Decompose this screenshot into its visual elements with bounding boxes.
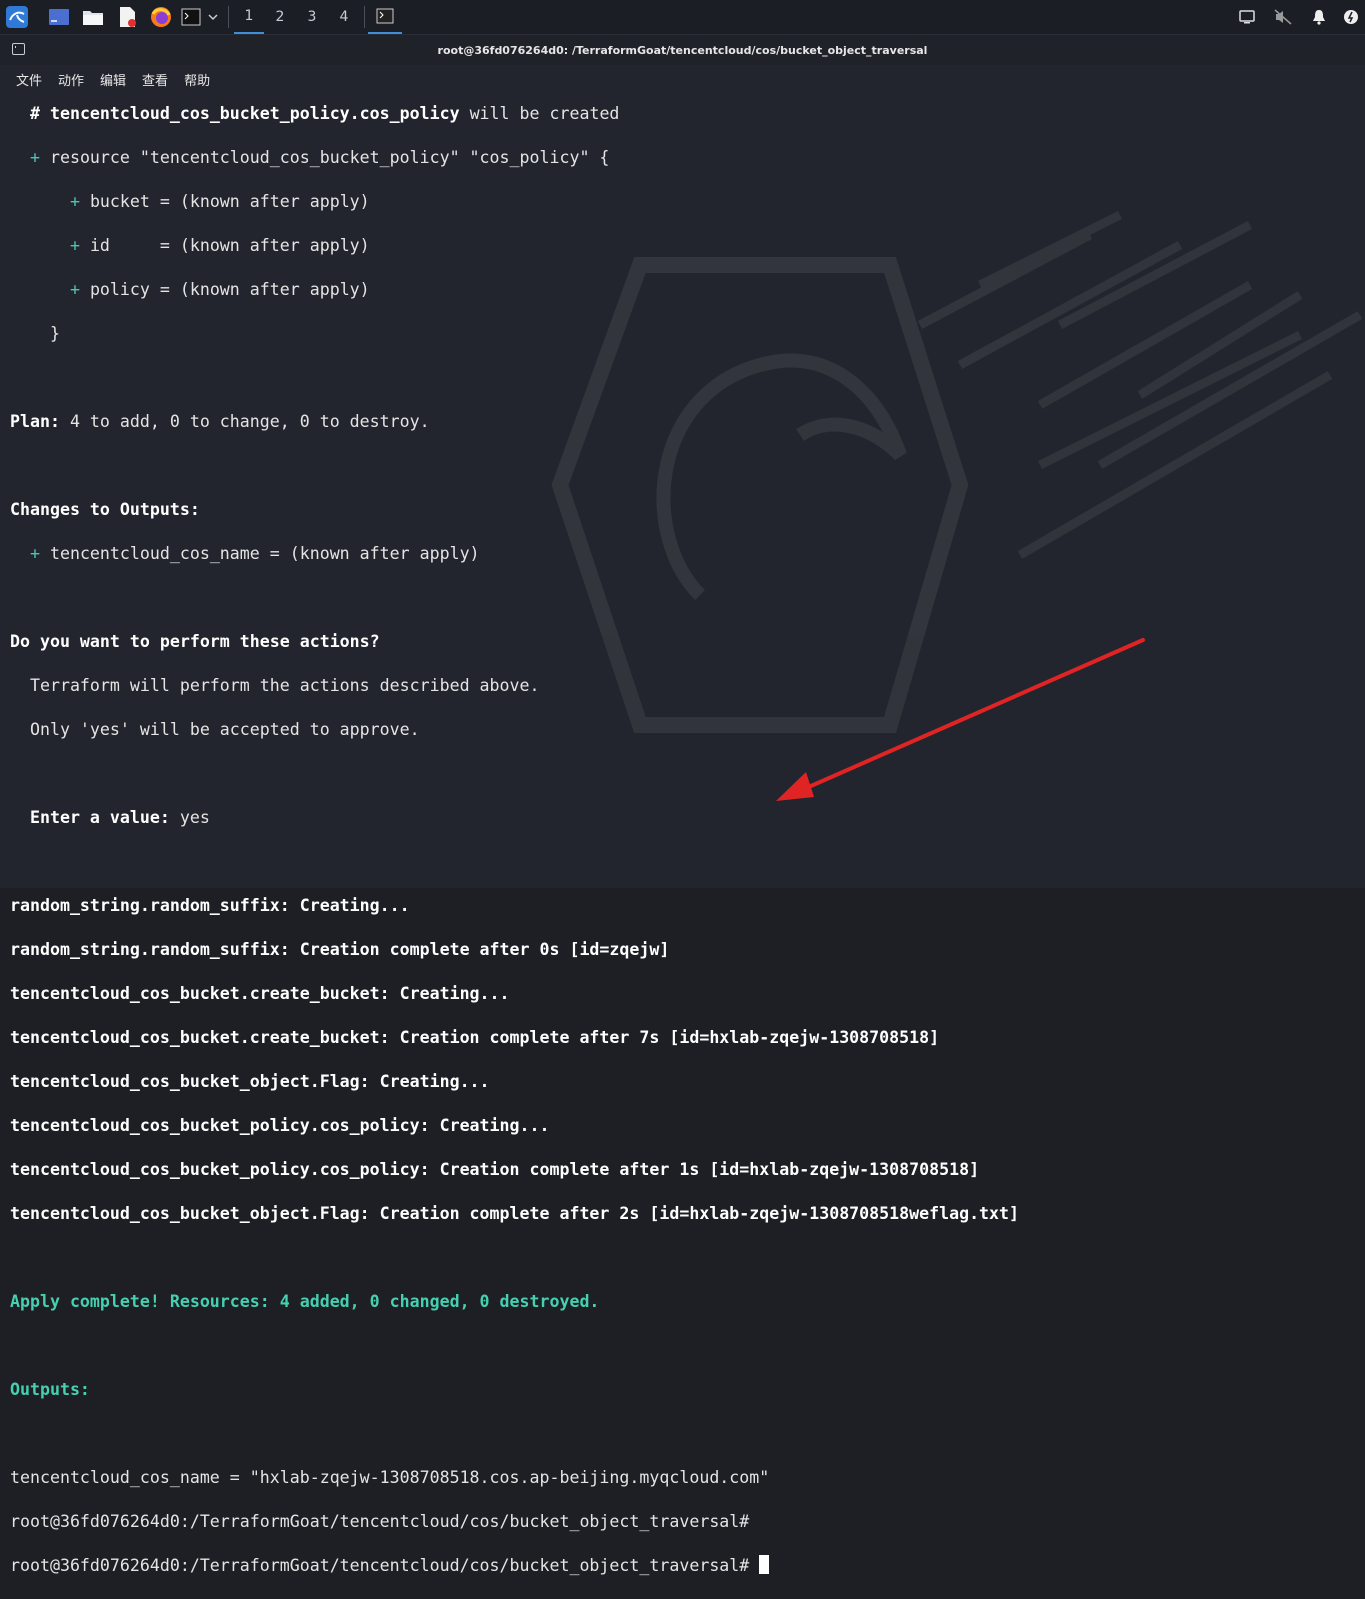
line-text: will be created bbox=[459, 104, 620, 123]
volume-muted-icon[interactable] bbox=[1272, 4, 1294, 30]
plus-marker: + bbox=[10, 236, 90, 255]
line-text: tencentcloud_cos_name = (known after app… bbox=[49, 544, 480, 563]
notifications-bell-icon[interactable] bbox=[1308, 4, 1330, 30]
terminal-line: } bbox=[10, 324, 60, 343]
entered-value: yes bbox=[169, 808, 210, 827]
workspace-2[interactable]: 2 bbox=[265, 0, 295, 34]
terminal-line: tencentcloud_cos_bucket.create_bucket: C… bbox=[10, 1028, 940, 1047]
plan-label: Plan: bbox=[10, 412, 60, 431]
terminal-launcher-icon[interactable] bbox=[180, 4, 202, 30]
text-editor-icon[interactable] bbox=[114, 4, 140, 30]
plus-marker: + bbox=[10, 192, 90, 211]
apply-complete-message: Apply complete! Resources: 4 added, 0 ch… bbox=[10, 1292, 600, 1311]
terminal-line: # tencentcloud_cos_bucket_policy.cos_pol… bbox=[10, 103, 1365, 125]
comment-hash: # bbox=[10, 104, 50, 123]
outputs-changes-heading: Changes to Outputs: bbox=[10, 500, 200, 519]
shell-prompt: root@36fd076264d0:/TerraformGoat/tencent… bbox=[10, 1512, 750, 1531]
terminal-line: Plan: 4 to add, 0 to change, 0 to destro… bbox=[10, 411, 1365, 433]
terminal-line: tencentcloud_cos_bucket_object.Flag: Cre… bbox=[10, 1204, 1020, 1223]
enter-value-label: Enter a value: bbox=[10, 808, 170, 827]
output-value-line: tencentcloud_cos_name = "hxlab-zqejw-130… bbox=[10, 1468, 770, 1487]
terminal-line: + policy = (known after apply) bbox=[10, 279, 1365, 301]
display-icon[interactable] bbox=[1236, 4, 1258, 30]
terminal-line: + bucket = (known after apply) bbox=[10, 191, 1365, 213]
confirm-question: Do you want to perform these actions? bbox=[10, 632, 380, 651]
plan-summary: 4 to add, 0 to change, 0 to destroy. bbox=[59, 412, 430, 431]
terminal-line: tencentcloud_cos_bucket_object.Flag: Cre… bbox=[10, 1072, 490, 1091]
outputs-heading: Outputs: bbox=[10, 1380, 90, 1399]
terminal-line: Enter a value: yes bbox=[10, 807, 1365, 829]
kali-menu-icon[interactable] bbox=[4, 4, 30, 30]
terminal-line: Terraform will perform the actions descr… bbox=[10, 676, 540, 695]
workspace-1[interactable]: 1 bbox=[234, 0, 264, 34]
shell-prompt-active[interactable]: root@36fd076264d0:/TerraformGoat/tencent… bbox=[10, 1555, 1365, 1577]
terminal-line: random_string.random_suffix: Creating... bbox=[10, 896, 410, 915]
chevron-down-icon[interactable] bbox=[204, 4, 222, 30]
workspace-switcher-icon[interactable] bbox=[46, 4, 72, 30]
terminal-output[interactable]: # tencentcloud_cos_bucket_policy.cos_pol… bbox=[10, 81, 1365, 1575]
taskbar: 1 2 3 4 bbox=[0, 0, 1365, 35]
line-text: bucket = (known after apply) bbox=[89, 192, 370, 211]
terminal-line: tencentcloud_cos_bucket.create_bucket: C… bbox=[10, 984, 510, 1003]
task-terminal-window[interactable] bbox=[368, 0, 402, 34]
plus-marker: + bbox=[10, 148, 50, 167]
line-text: id = (known after apply) bbox=[89, 236, 370, 255]
terminal-line: tencentcloud_cos_bucket_policy.cos_polic… bbox=[10, 1160, 980, 1179]
terminal-line: random_string.random_suffix: Creation co… bbox=[10, 940, 670, 959]
workspace-4[interactable]: 4 bbox=[329, 0, 359, 34]
prompt-text: root@36fd076264d0:/TerraformGoat/tencent… bbox=[10, 1556, 760, 1575]
terminal-line: + id = (known after apply) bbox=[10, 235, 1365, 257]
text-cursor bbox=[759, 1555, 770, 1574]
line-text: policy = (known after apply) bbox=[89, 280, 370, 299]
plus-marker: + bbox=[10, 544, 50, 563]
terminal-line: tencentcloud_cos_bucket_policy.cos_polic… bbox=[10, 1116, 550, 1135]
power-icon[interactable] bbox=[1340, 4, 1362, 30]
plus-marker: + bbox=[10, 280, 90, 299]
terminal-line: Only 'yes' will be accepted to approve. bbox=[10, 720, 420, 739]
terminal-line: + resource "tencentcloud_cos_bucket_poli… bbox=[10, 147, 1365, 169]
resource-address: tencentcloud_cos_bucket_policy.cos_polic… bbox=[49, 104, 460, 123]
firefox-icon[interactable] bbox=[148, 4, 174, 30]
taskbar-divider bbox=[364, 6, 365, 28]
workspace-3[interactable]: 3 bbox=[297, 0, 327, 34]
terminal-line: + tencentcloud_cos_name = (known after a… bbox=[10, 543, 1365, 565]
line-text: resource "tencentcloud_cos_bucket_policy… bbox=[49, 148, 610, 167]
file-manager-icon[interactable] bbox=[80, 4, 106, 30]
taskbar-divider bbox=[228, 6, 229, 28]
